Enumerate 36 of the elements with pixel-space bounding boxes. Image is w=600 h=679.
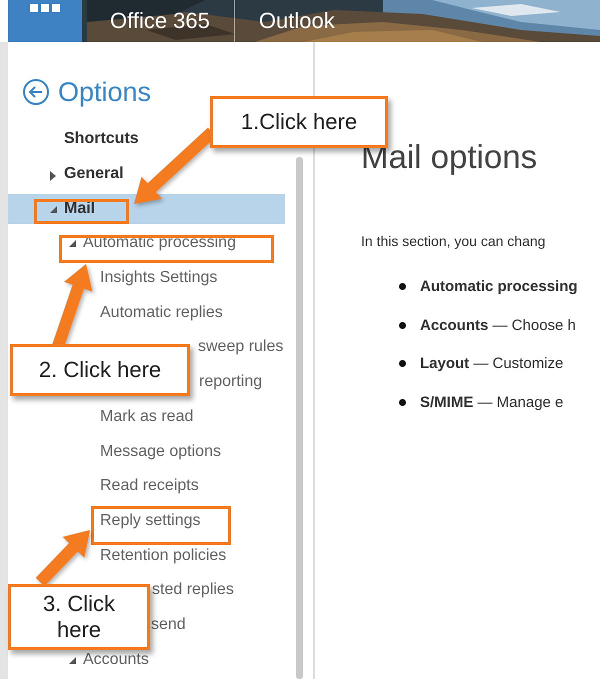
nav-item[interactable]: send [151,614,186,636]
bullet-icon [399,322,406,329]
nav-item[interactable]: reporting [199,371,262,394]
back-icon[interactable] [22,78,50,106]
suite-title[interactable]: Office 365 [110,8,210,34]
nav-item[interactable]: Mail [8,194,285,224]
nav-item[interactable]: General [64,163,124,186]
bullet-text: Layout — Customize [420,355,564,372]
app-title[interactable]: Outlook [258,8,335,34]
nav-item[interactable]: Insights Settings [100,267,218,290]
intro-text: In this section, you can chang [361,233,546,249]
nav-item[interactable]: Reply settings [100,510,200,532]
bullet-text: Automatic processing [420,278,578,295]
nav-item[interactable]: Shortcuts [64,128,139,150]
app-launcher-icon [30,2,60,14]
callout: 2. Click here [10,344,190,396]
nav-item[interactable]: sted replies [152,579,234,602]
nav-item[interactable]: sweep rules [198,336,284,358]
nav-item[interactable]: Retention policies [100,544,226,567]
nav-item[interactable]: Automatic processing [83,232,236,254]
bullet-icon [399,360,406,368]
bullet-icon [399,398,406,406]
bullet-text: Accounts — Choose h [420,316,576,334]
pointer-arrow [36,530,90,586]
nav-item[interactable]: Accounts [83,648,149,671]
nav-item[interactable]: Read receipts [100,475,199,498]
options-title: Options [58,76,152,108]
callout: 1.Click here [210,96,388,148]
app-launcher-button[interactable] [8,0,82,42]
nav-item[interactable]: Message options [100,440,221,463]
bullet-text: S/MIME — Manage e [420,394,564,411]
scrollbar-thumb[interactable] [296,157,303,679]
bullet-icon [399,282,406,290]
nav-item[interactable]: Automatic replies [100,302,223,324]
nav-item[interactable]: Mark as read [100,406,194,428]
callout: 3. Click here [8,584,150,650]
